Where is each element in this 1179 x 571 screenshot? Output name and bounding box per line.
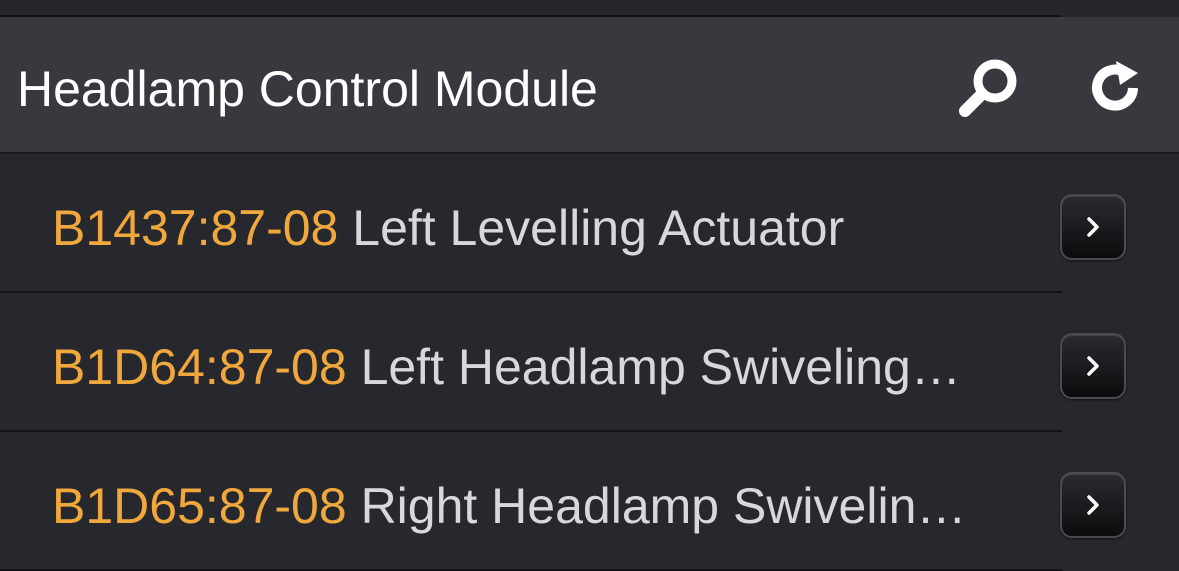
disclosure-button[interactable]	[1060, 194, 1126, 260]
dtc-row-text: B1437:87-08 Left Levelling Actuator	[52, 198, 1042, 258]
module-header: Headlamp Control Module	[0, 17, 1179, 154]
dtc-description: Left Headlamp Swiveling…	[360, 339, 961, 395]
chevron-right-icon	[1087, 495, 1099, 515]
dtc-row[interactable]: B1D65:87-08 Right Headlamp Swivelin…	[0, 432, 1179, 571]
disclosure-button[interactable]	[1060, 333, 1126, 399]
dtc-description: Left Levelling Actuator	[352, 200, 845, 256]
dtc-row[interactable]: B1D64:87-08 Left Headlamp Swiveling…	[0, 293, 1179, 432]
refresh-button[interactable]	[1076, 47, 1156, 127]
screen: Headlamp Control Module B1437:87-08 Left…	[0, 0, 1179, 571]
disclosure-button[interactable]	[1060, 472, 1126, 538]
dtc-row[interactable]: B1437:87-08 Left Levelling Actuator	[0, 154, 1179, 293]
search-icon	[959, 59, 1017, 117]
previous-row-remnant	[0, 0, 1179, 16]
chevron-right-icon	[1087, 356, 1099, 376]
dtc-code: B1437:87-08	[52, 200, 339, 256]
dtc-code: B1D64:87-08	[52, 339, 347, 395]
search-button[interactable]	[948, 47, 1028, 127]
module-title: Headlamp Control Module	[17, 61, 598, 117]
dtc-row-text: B1D64:87-08 Left Headlamp Swiveling…	[52, 337, 1042, 397]
dtc-description: Right Headlamp Swivelin…	[360, 478, 967, 534]
refresh-icon	[1092, 61, 1138, 111]
chevron-right-icon	[1087, 217, 1099, 237]
dtc-list: B1437:87-08 Left Levelling Actuator B1D6…	[0, 154, 1179, 571]
dtc-row-text: B1D65:87-08 Right Headlamp Swivelin…	[52, 476, 1042, 536]
dtc-code: B1D65:87-08	[52, 478, 347, 534]
